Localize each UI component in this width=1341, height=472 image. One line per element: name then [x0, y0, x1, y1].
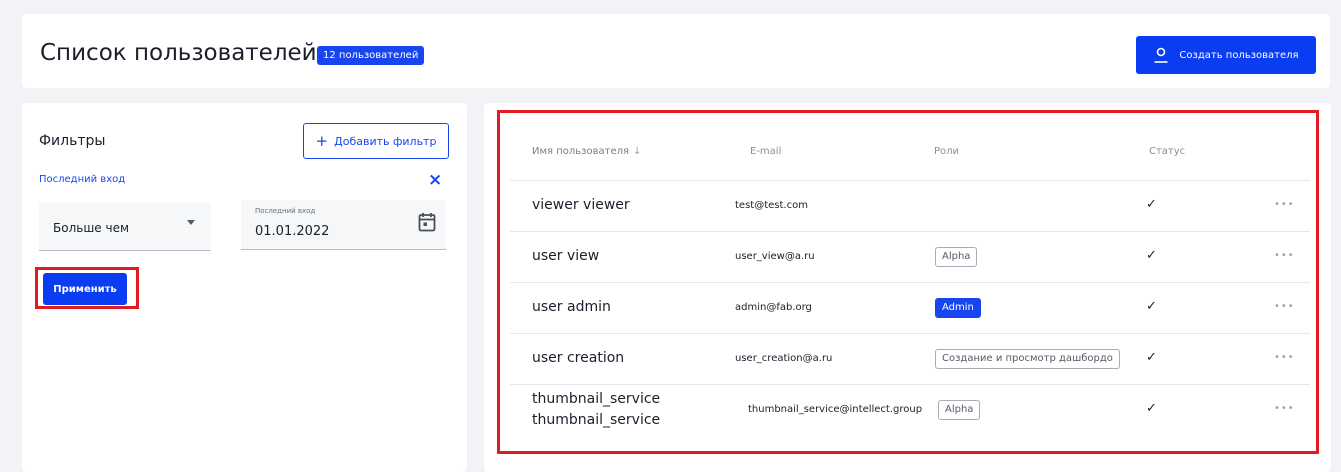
column-header-name-label: Имя пользователя	[532, 146, 630, 157]
last-login-date-field[interactable]: Последний вход 01.01.2022	[241, 200, 446, 250]
table-row[interactable]: user creation user_creation@a.ru Создани…	[510, 334, 1310, 384]
create-user-button[interactable]: Создать пользователя	[1136, 36, 1316, 74]
user-email: test@test.com	[735, 200, 808, 211]
role-badge: Создание и просмотр дашбордо	[935, 349, 1120, 369]
more-options-icon[interactable]: •••	[1274, 352, 1295, 363]
operator-select[interactable]: Больше чем	[39, 203, 211, 251]
user-name: user admin	[532, 299, 611, 315]
sort-arrow-icon: ↓	[633, 146, 642, 157]
plus-icon: +	[315, 131, 329, 150]
status-check-icon: ✓	[1146, 197, 1157, 212]
column-header-status: Статус	[1149, 146, 1186, 157]
user-name: user creation	[532, 350, 625, 366]
user-count-badge: 12 пользователей	[317, 46, 425, 65]
more-options-icon[interactable]: •••	[1274, 199, 1295, 210]
table-row[interactable]: thumbnail_service thumbnail_service thum…	[510, 385, 1310, 441]
user-name-line2: thumbnail_service	[532, 412, 661, 428]
close-icon[interactable]: ×	[428, 172, 442, 189]
apply-button[interactable]: Применить	[43, 273, 127, 305]
create-user-label: Создать пользователя	[1179, 49, 1299, 61]
more-options-icon[interactable]: •••	[1274, 301, 1295, 312]
user-icon	[1154, 47, 1168, 63]
user-email: thumbnail_service@intellect.group	[748, 404, 923, 415]
page-header: Список пользователей 12 пользователей Со…	[22, 14, 1330, 88]
more-options-icon[interactable]: •••	[1274, 403, 1295, 414]
operator-select-value: Больше чем	[53, 221, 130, 235]
user-name-line1: thumbnail_service	[532, 391, 661, 407]
date-field-label: Последний вход	[255, 207, 316, 215]
user-email: user_creation@a.ru	[735, 353, 833, 364]
table-row[interactable]: user admin admin@fab.org Admin ✓ •••	[510, 283, 1310, 333]
chevron-down-icon	[187, 220, 195, 225]
user-name: user view	[532, 248, 600, 264]
date-field-value: 01.01.2022	[255, 224, 330, 239]
status-check-icon: ✓	[1146, 401, 1157, 416]
page-title: Список пользователей	[40, 40, 317, 66]
user-name: viewer viewer	[532, 197, 630, 213]
user-email: user_view@a.ru	[735, 251, 815, 262]
column-header-name[interactable]: Имя пользователя ↓	[532, 146, 641, 157]
add-filter-button[interactable]: + Добавить фильтр	[303, 123, 449, 159]
user-email: admin@fab.org	[735, 302, 812, 313]
calendar-icon[interactable]	[418, 212, 436, 232]
apply-button-highlight: Применить	[35, 267, 139, 309]
column-header-roles: Роли	[934, 146, 960, 157]
table-row[interactable]: viewer viewer test@test.com ✓ •••	[510, 181, 1310, 231]
status-check-icon: ✓	[1146, 248, 1157, 263]
status-check-icon: ✓	[1146, 350, 1157, 365]
role-badge: Admin	[935, 298, 981, 318]
role-badge: Alpha	[935, 247, 978, 267]
filters-panel: Фильтры + Добавить фильтр Последний вход…	[22, 103, 467, 472]
status-check-icon: ✓	[1146, 299, 1157, 314]
column-header-email: E-mail	[750, 146, 782, 157]
filters-title: Фильтры	[39, 133, 106, 149]
filter-label-last-login: Последний вход	[39, 174, 126, 185]
more-options-icon[interactable]: •••	[1274, 250, 1295, 261]
add-filter-label: Добавить фильтр	[334, 134, 437, 148]
role-badge: Alpha	[938, 400, 981, 420]
table-row[interactable]: user view user_view@a.ru Alpha ✓ •••	[510, 232, 1310, 282]
